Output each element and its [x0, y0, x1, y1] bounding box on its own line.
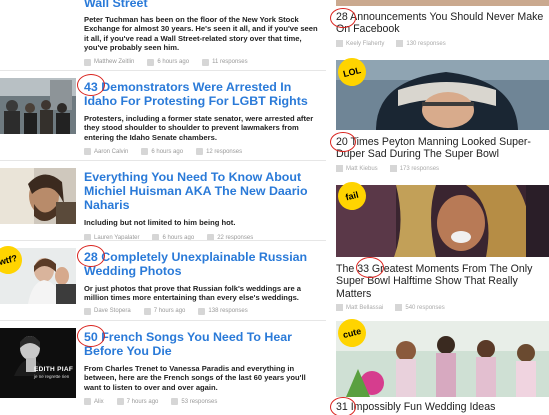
- avatar-icon: [336, 304, 343, 311]
- avatar-icon: [84, 58, 91, 66]
- article-title[interactable]: 31 Impossibly Fun Wedding Ideas: [336, 401, 549, 413]
- thumb-subcaption: je ne regrette rien: [34, 374, 70, 379]
- thumb-caption: EDITH PIAF: [34, 366, 74, 373]
- clock-icon: [147, 58, 155, 66]
- timestamp: 6 hours ago: [151, 148, 184, 155]
- article-description: Peter Tuchman has been on the floor of t…: [84, 15, 318, 53]
- comment-icon: [202, 58, 210, 66]
- responses-count[interactable]: 138 responses: [208, 308, 247, 314]
- article-thumbnail[interactable]: EDITH PIAF je ne regrette rien: [0, 328, 76, 398]
- highlight-circle: [77, 245, 105, 267]
- article-meta: Keely Flaherty 130 responses: [336, 40, 446, 47]
- left-article-column: Wall Street Peter Tuchman has been on th…: [0, 0, 326, 415]
- article-title[interactable]: 28 Completely Unexplainable Russian Wedd…: [84, 250, 324, 278]
- highlight-circle: [77, 74, 105, 96]
- article-meta: Matt Bellassai 540 responses: [336, 304, 445, 311]
- responses-count[interactable]: 11 responses: [212, 59, 248, 65]
- divider: [0, 320, 326, 321]
- article-title[interactable]: 20 Times Peyton Manning Looked Super-Dup…: [336, 136, 549, 161]
- clock-icon: [116, 398, 124, 406]
- author-name[interactable]: Matt Bellassai: [346, 305, 383, 311]
- article-description: Including but not limited to him being h…: [84, 218, 236, 227]
- article-description: Protesters, including a former state sen…: [84, 114, 314, 142]
- comment-icon: [171, 398, 179, 406]
- responses-count[interactable]: 12 responses: [206, 149, 242, 155]
- article-description: From Charles Trenet to Vanessa Paradis a…: [84, 364, 306, 392]
- article-title[interactable]: 50 French Songs You Need To Hear Before …: [84, 330, 324, 358]
- article-image[interactable]: [336, 185, 549, 257]
- clock-icon: [141, 148, 149, 156]
- article-image[interactable]: [336, 321, 549, 397]
- article-image[interactable]: [336, 60, 549, 130]
- comment-icon: [196, 148, 204, 156]
- avatar-icon: [336, 40, 343, 47]
- article-meta: Aaron Calvin 6 hours ago 12 responses: [84, 148, 324, 156]
- article-description: Or just photos that prove that Russian f…: [84, 284, 301, 303]
- author-name[interactable]: Dave Stopera: [94, 308, 131, 314]
- divider: [0, 240, 326, 241]
- author-name[interactable]: Matt Kiebus: [346, 166, 378, 172]
- timestamp: 6 hours ago: [157, 59, 190, 66]
- timestamp: 7 hours ago: [126, 398, 159, 405]
- article-meta: Alix 7 hours ago 53 responses: [84, 398, 324, 406]
- comment-icon: [396, 40, 404, 47]
- highlight-circle: [330, 8, 356, 28]
- author-name[interactable]: Matthew Zeitlin: [94, 59, 134, 65]
- article-title[interactable]: Wall Street: [84, 0, 324, 10]
- clock-icon: [143, 307, 151, 315]
- timestamp: 7 hours ago: [153, 308, 186, 315]
- highlight-circle: [356, 257, 384, 278]
- article-meta: Dave Stopera 7 hours ago 138 responses: [84, 307, 324, 315]
- comment-icon: [389, 165, 397, 172]
- article-meta: Matthew Zeitlin 6 hours ago 11 responses: [84, 58, 324, 66]
- author-name[interactable]: Alix: [94, 399, 104, 405]
- article-title[interactable]: 28 Announcements You Should Never Make O…: [336, 11, 549, 36]
- responses-count[interactable]: 53 responses: [181, 399, 217, 405]
- article-thumbnail[interactable]: [0, 168, 76, 224]
- highlight-circle: [77, 325, 105, 347]
- avatar-icon: [84, 148, 91, 156]
- author-name[interactable]: Keely Flaherty: [346, 41, 384, 47]
- right-article-column: 28 Announcements You Should Never Make O…: [330, 0, 549, 415]
- comment-icon: [395, 304, 403, 311]
- article-thumbnail[interactable]: [0, 78, 76, 134]
- avatar-icon: [84, 307, 91, 315]
- author-name[interactable]: Aaron Calvin: [94, 149, 128, 155]
- article-title[interactable]: 43 Demonstrators Were Arrested In Idaho …: [84, 80, 324, 108]
- responses-count[interactable]: 130 responses: [406, 41, 445, 47]
- avatar-icon: [84, 398, 91, 406]
- responses-count[interactable]: 540 responses: [405, 305, 444, 311]
- article-image[interactable]: [336, 0, 549, 6]
- divider: [0, 70, 326, 71]
- avatar-icon: [336, 165, 343, 172]
- divider: [0, 160, 326, 161]
- highlight-circle: [330, 397, 356, 415]
- comment-icon: [198, 307, 206, 315]
- article-meta: Matt Kiebus 173 responses: [336, 165, 439, 172]
- responses-count[interactable]: 173 responses: [400, 166, 439, 172]
- article-title[interactable]: Everything You Need To Know About Michie…: [84, 170, 324, 212]
- highlight-circle: [330, 132, 356, 152]
